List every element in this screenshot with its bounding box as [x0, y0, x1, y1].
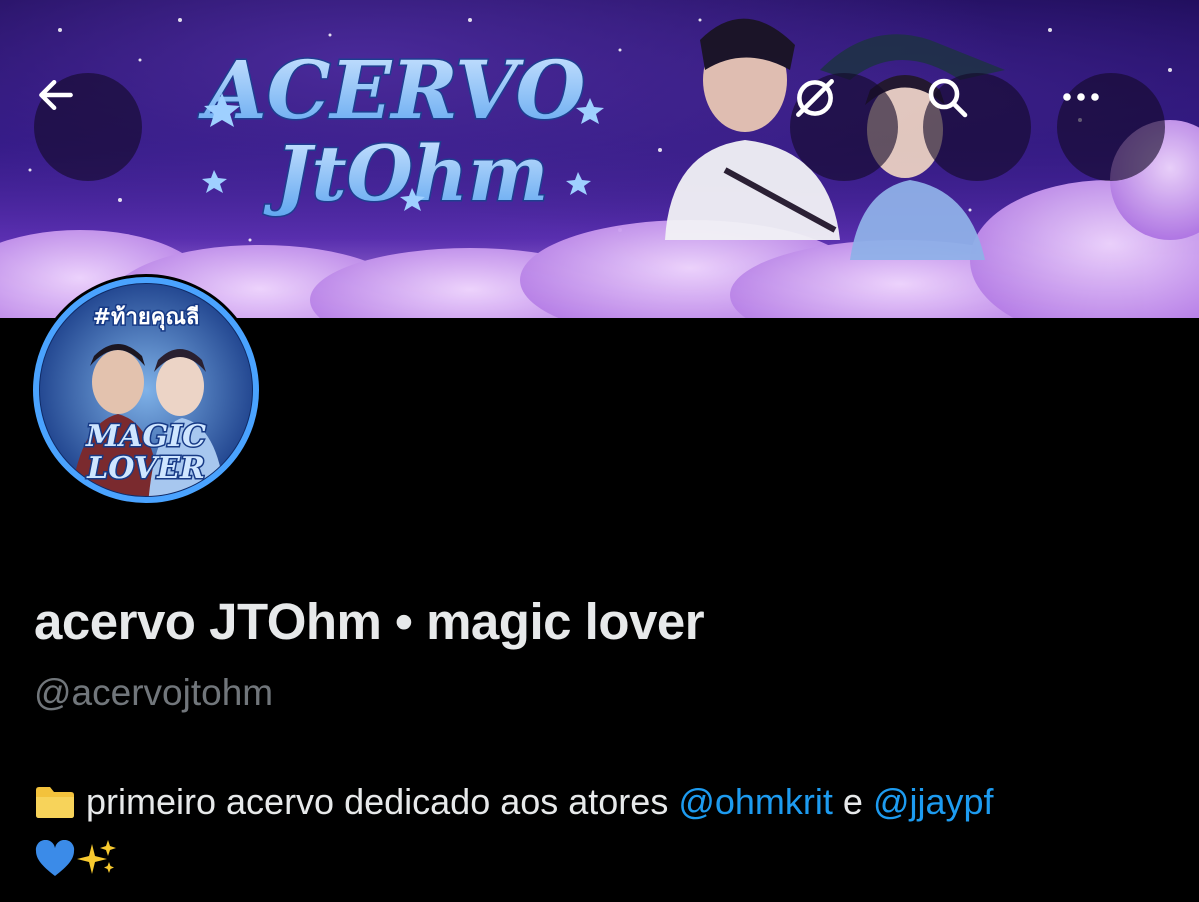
more-icon [1063, 93, 1099, 101]
avatar-line1: MAGIC [85, 419, 206, 454]
avatar-line2: LOVER [86, 451, 205, 486]
avatar-image: #ท้ายคุณลี MAGIC LOVER [33, 277, 259, 503]
folder-icon [34, 782, 76, 834]
profile-banner[interactable]: ACERVO JtOhm [0, 0, 1199, 318]
grok-button[interactable] [790, 73, 898, 181]
sparkles-icon [76, 838, 118, 892]
mention-ohmkrit[interactable]: @ohmkrit [678, 781, 833, 822]
bio: primeiro acervo dedicado aos atores @ohm… [34, 776, 1174, 892]
back-button[interactable] [34, 73, 142, 181]
avatar-hashtag: #ท้ายคุณลี [93, 305, 200, 331]
search-icon [928, 78, 968, 118]
banner-title-line1: ACERVO [198, 43, 586, 137]
arrow-left-icon [39, 79, 73, 111]
handle: @acervojtohm [34, 672, 274, 713]
avatar[interactable]: #ท้ายคุณลี MAGIC LOVER [30, 274, 262, 506]
more-button[interactable] [1057, 73, 1165, 181]
mention-jjaypf[interactable]: @jjaypf [873, 781, 994, 822]
blue-heart-icon [34, 839, 76, 892]
display-name: acervo JTOhm • magic lover [34, 593, 705, 650]
search-button[interactable] [923, 73, 1031, 181]
bio-text-2: e [832, 781, 873, 822]
banner-title-line2: JtOhm [264, 129, 549, 218]
grok-icon [796, 79, 834, 117]
bio-text-1: primeiro acervo dedicado aos atores [76, 781, 679, 822]
